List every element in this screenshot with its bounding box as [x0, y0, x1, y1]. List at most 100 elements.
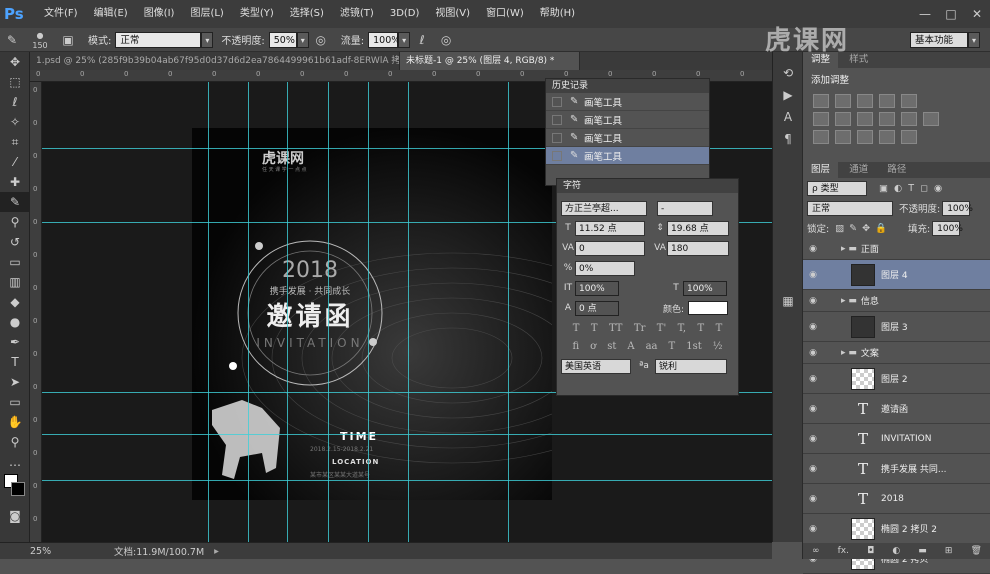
actions-panel-icon[interactable]: ▶ — [773, 84, 803, 106]
quick-mask-icon[interactable]: ◙ — [0, 506, 30, 526]
font-size-input[interactable]: 11.52 点 — [575, 220, 645, 236]
layer-row[interactable]: ◉ ▸ ▬ 信息 — [803, 290, 990, 312]
zoom-tool-icon[interactable]: ⚲ — [0, 432, 30, 452]
eye-icon[interactable]: ◉ — [803, 494, 823, 504]
guide-line[interactable] — [287, 82, 288, 542]
type-style-button[interactable]: ½ — [713, 341, 723, 352]
eye-icon[interactable]: ◉ — [803, 404, 823, 414]
type-style-button[interactable]: T — [697, 323, 704, 334]
blur-tool-icon[interactable]: ◆ — [0, 292, 30, 312]
history-panel-icon[interactable]: ⟲ — [773, 62, 803, 84]
font-style-select[interactable]: - — [657, 200, 713, 216]
status-arrow-icon[interactable]: ▸ — [214, 546, 219, 557]
layer-filter-icons[interactable]: ▣◐T◻◉ — [879, 183, 948, 194]
lasso-tool-icon[interactable]: ℓ — [0, 92, 30, 112]
snapshot-checkbox[interactable] — [552, 96, 562, 107]
color-lookup-icon[interactable] — [923, 112, 939, 126]
menu-item[interactable]: 窗口(W) — [478, 0, 532, 28]
menu-item[interactable]: 选择(S) — [282, 0, 332, 28]
menu-item[interactable]: 类型(Y) — [232, 0, 282, 28]
layer-row[interactable]: ◉ 图层 2 — [803, 364, 990, 394]
kerning-input[interactable]: 0 — [575, 240, 645, 256]
menu-item[interactable]: 编辑(E) — [86, 0, 136, 28]
mode-chevron-down-icon[interactable]: ▾ — [201, 31, 214, 48]
eye-icon[interactable]: ◉ — [803, 374, 823, 384]
minimize-button[interactable]: — — [912, 0, 938, 28]
proportional-spacing-input[interactable]: 0% — [575, 260, 635, 276]
layer-row[interactable]: ◉ T 2018 — [803, 484, 990, 514]
leading-input[interactable]: 19.68 点 — [667, 220, 729, 236]
eye-icon[interactable]: ◉ — [803, 322, 823, 332]
type-style-button[interactable]: st — [607, 341, 616, 352]
history-brush-tool-icon[interactable]: ↺ — [0, 232, 30, 252]
guide-line[interactable] — [42, 434, 772, 435]
vertical-scale-input[interactable]: 100% — [575, 280, 619, 296]
type-style-button[interactable]: TT — [609, 323, 623, 334]
guide-line[interactable] — [328, 82, 329, 542]
history-item[interactable]: ✎ 画笔工具 — [546, 129, 709, 147]
eye-icon[interactable]: ◉ — [803, 244, 823, 254]
path-select-tool-icon[interactable]: ➤ — [0, 372, 30, 392]
lock-icons[interactable]: ▨✎✥🔒 — [835, 223, 892, 234]
hue-saturation-icon[interactable] — [813, 112, 829, 126]
new-layer-icon[interactable]: ⊞ — [945, 546, 953, 556]
brush-tool-icon[interactable]: ✎ — [0, 192, 30, 212]
brush-panel-toggle-icon[interactable]: ▣ — [59, 31, 77, 49]
posterize-icon[interactable] — [835, 130, 851, 144]
layer-row[interactable]: ◉ ▸ ▬ 正面 — [803, 238, 990, 260]
layer-row[interactable]: ◉ 图层 3 — [803, 312, 990, 342]
opacity-input[interactable]: 50% — [268, 31, 297, 48]
text-color-swatch[interactable] — [688, 301, 729, 315]
type-style-button[interactable]: A — [627, 341, 634, 352]
channel-mixer-icon[interactable] — [901, 112, 917, 126]
type-tool-icon[interactable]: T — [0, 352, 30, 372]
tab-paths[interactable]: 路径 — [879, 162, 915, 178]
guide-line[interactable] — [208, 82, 209, 542]
eye-icon[interactable]: ◉ — [803, 348, 823, 358]
flow-input[interactable]: 100% — [368, 31, 400, 48]
guide-line[interactable] — [368, 82, 369, 542]
add-mask-icon[interactable]: ◘ — [867, 546, 874, 556]
blend-mode-select[interactable]: 正常 — [807, 200, 893, 216]
black-white-icon[interactable] — [857, 112, 873, 126]
eye-icon[interactable]: ◉ — [803, 464, 823, 474]
menu-item[interactable]: 图层(L) — [182, 0, 231, 28]
type-style-button[interactable]: T, — [678, 323, 686, 334]
gradient-tool-icon[interactable]: ▥ — [0, 272, 30, 292]
airbrush-icon[interactable]: ℓ — [413, 31, 431, 49]
layer-row[interactable]: ◉ T 携手发展 共同... — [803, 454, 990, 484]
layer-opacity-input[interactable]: 100% — [942, 200, 973, 216]
paragraph-panel-icon[interactable]: ¶ — [773, 128, 803, 150]
guide-line[interactable] — [42, 480, 772, 481]
history-item[interactable]: ✎ 画笔工具 — [546, 147, 709, 165]
tab-layers[interactable]: 图层 — [803, 162, 839, 178]
info-panel-icon[interactable]: ▦ — [773, 290, 803, 312]
workspace-chevron-down-icon[interactable]: ▾ — [968, 31, 980, 48]
layer-filter-select[interactable]: ρ 类型 — [807, 180, 867, 196]
snapshot-checkbox[interactable] — [552, 132, 562, 143]
background-color-swatch[interactable] — [11, 482, 25, 496]
eye-icon[interactable]: ◉ — [803, 296, 823, 306]
baseline-shift-input[interactable]: 0 点 — [575, 300, 619, 316]
trash-icon[interactable]: 🗑 — [971, 546, 982, 556]
type-style-button[interactable]: T — [573, 323, 580, 334]
type-style-button[interactable]: T' — [657, 323, 666, 334]
brush-tool-icon[interactable]: ✎ — [3, 31, 21, 49]
color-balance-icon[interactable] — [835, 112, 851, 126]
history-panel-title[interactable]: 历史记录 — [546, 79, 709, 93]
healing-brush-tool-icon[interactable]: ✚ — [0, 172, 30, 192]
crop-tool-icon[interactable]: ⌗ — [0, 132, 30, 152]
workspace-select[interactable]: 基本功能 — [910, 31, 968, 48]
menu-item[interactable]: 文件(F) — [36, 0, 86, 28]
menu-item[interactable]: 图像(I) — [136, 0, 183, 28]
opacity-chevron-down-icon[interactable]: ▾ — [296, 31, 309, 48]
snapshot-checkbox[interactable] — [552, 150, 562, 161]
menu-item[interactable]: 帮助(H) — [532, 0, 583, 28]
brightness-icon[interactable] — [813, 94, 829, 108]
layer-row[interactable]: ◉ T INVITATION — [803, 424, 990, 454]
eye-icon[interactable]: ◉ — [803, 270, 823, 280]
tracking-input[interactable]: 180 — [667, 240, 729, 256]
clone-stamp-tool-icon[interactable]: ⚲ — [0, 212, 30, 232]
more-tools-icon[interactable]: … — [0, 452, 30, 472]
curves-icon[interactable] — [857, 94, 873, 108]
